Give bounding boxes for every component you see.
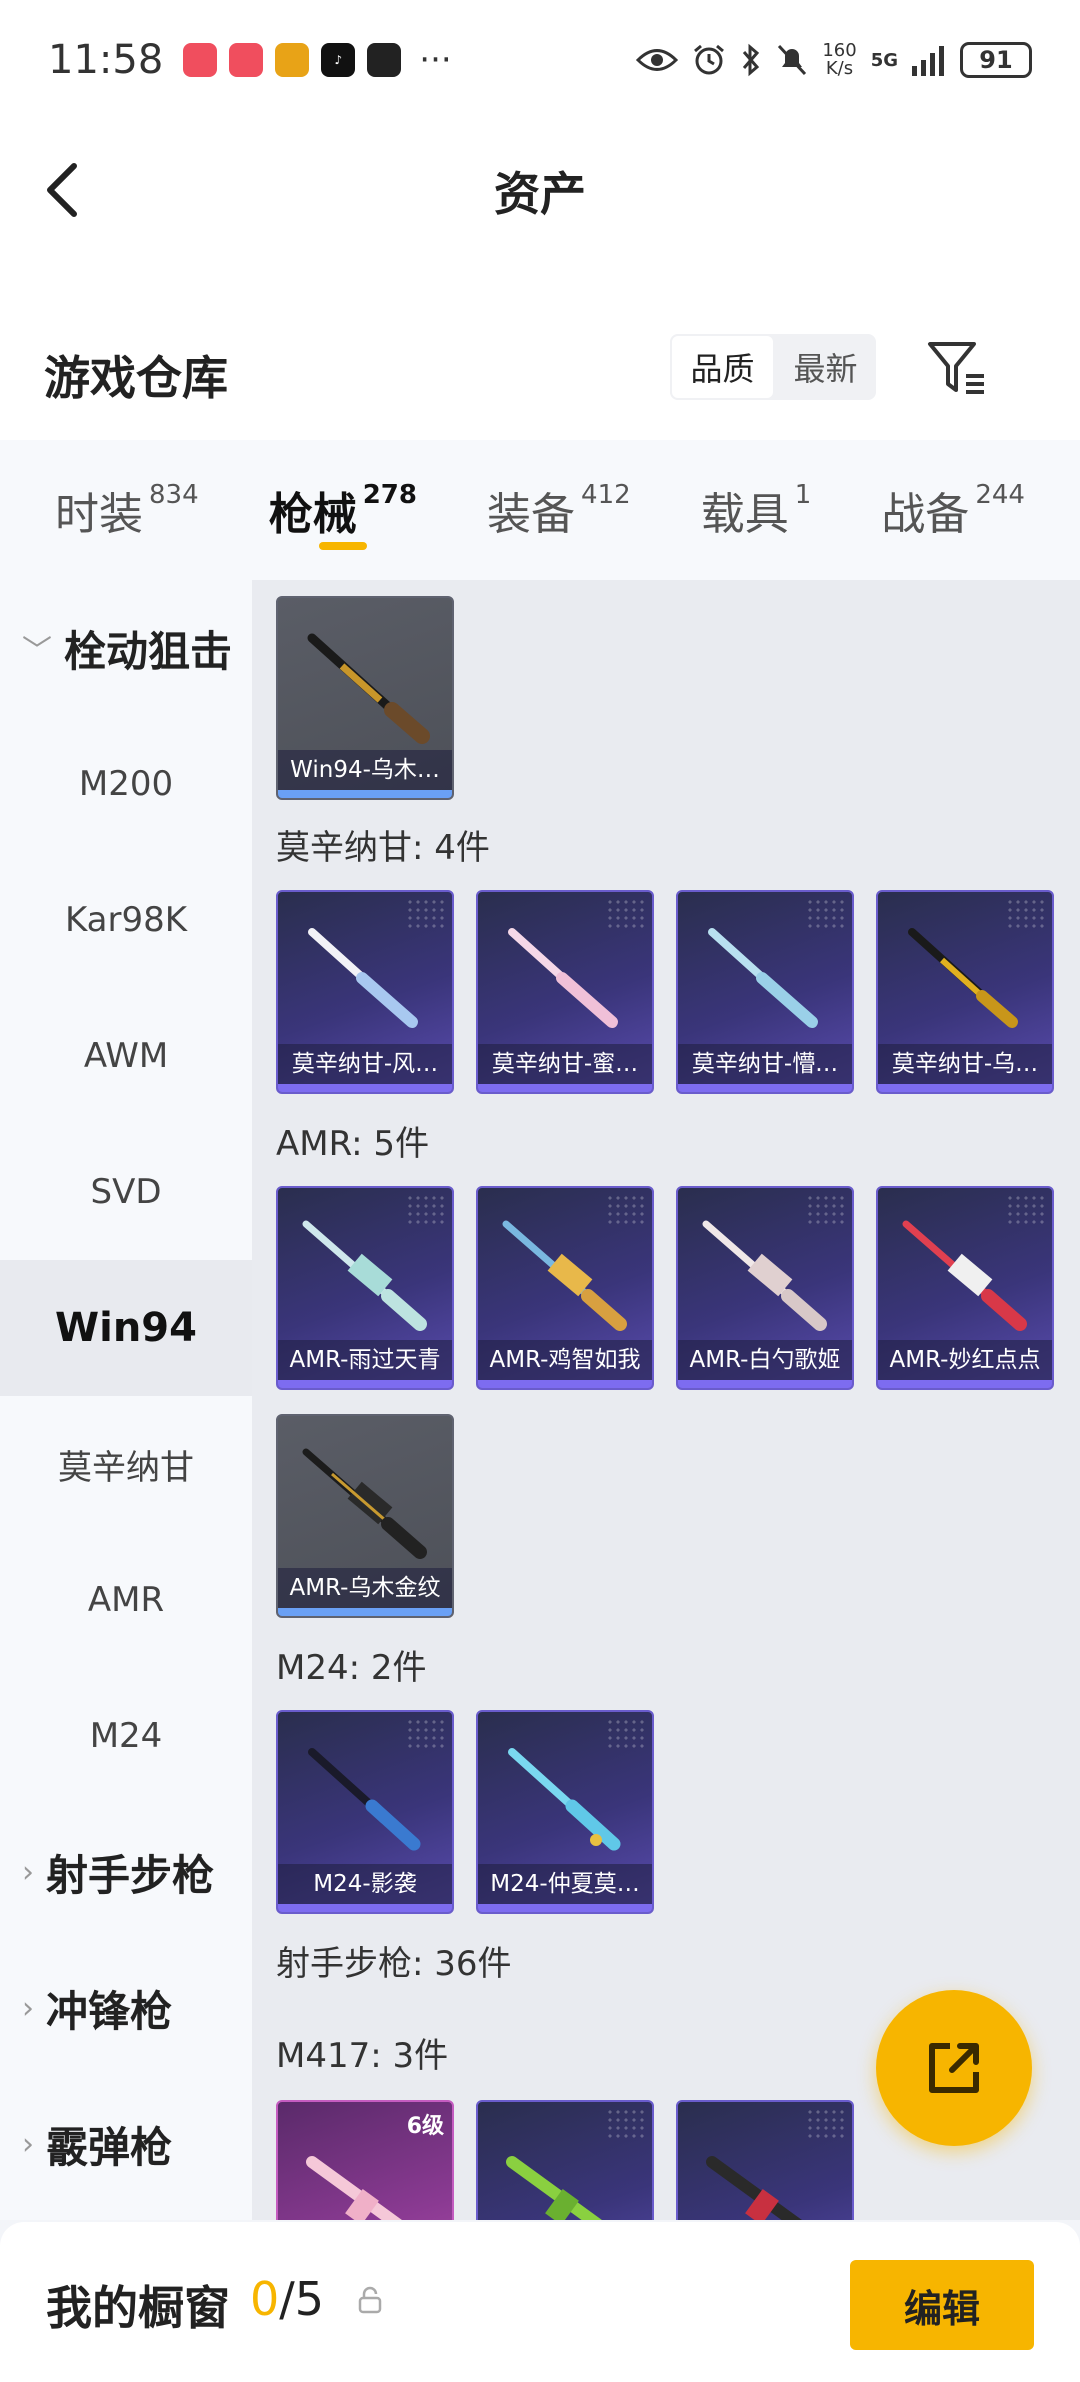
- share-icon: [929, 2043, 979, 2093]
- more-notifications-icon: ···: [419, 40, 452, 80]
- chevron-right-icon: ›: [22, 2126, 34, 2162]
- item-card[interactable]: AMR-妙红点点: [876, 1186, 1054, 1390]
- sidebar-item-m200[interactable]: M200: [0, 716, 252, 852]
- bluetooth-icon: [743, 43, 760, 77]
- tiktok-icon: ♪: [321, 43, 356, 77]
- group-title-mosin: 莫辛纳甘: 4件: [276, 828, 490, 868]
- item-grid: Win94-乌木… 莫辛纳甘: 4件 莫辛纳甘-风… 莫辛纳甘-蜜… 莫辛纳甘-…: [252, 580, 1080, 2220]
- sidebar-item-win94[interactable]: Win94: [0, 1260, 252, 1396]
- item-card[interactable]: M24-仲夏莫…: [476, 1710, 654, 1914]
- showcase-bar: 我的橱窗 0/5 编辑: [0, 2222, 1080, 2382]
- chevron-down-icon: ﹀: [22, 634, 52, 669]
- lock-icon: [358, 2286, 382, 2314]
- item-card[interactable]: AMR-白勺歌姬: [676, 1186, 854, 1390]
- soul-app-icon: [367, 43, 402, 77]
- sidebar-item-awm[interactable]: AWM: [0, 988, 252, 1124]
- rifle-icon: [508, 928, 618, 1028]
- item-card[interactable]: 6级: [276, 2100, 454, 2220]
- group-title-m24: M24: 2件: [276, 1648, 427, 1688]
- sidebar-item-amr[interactable]: AMR: [0, 1532, 252, 1668]
- sidebar-item-svd[interactable]: SVD: [0, 1124, 252, 1260]
- shopping-app-icon: [183, 43, 218, 77]
- sort-toggle: 品质 最新: [670, 334, 876, 400]
- share-button[interactable]: [876, 1990, 1032, 2146]
- category-tabs: 时装 834 枪械 278 装备 412 载具 1 战备 244: [0, 440, 1080, 580]
- sidebar-group-bolt-action[interactable]: ﹀ 栓动狙击: [0, 580, 252, 716]
- item-card[interactable]: M24-影袭: [276, 1710, 454, 1914]
- warehouse-title: 游戏仓库: [44, 351, 228, 405]
- alarm-icon: [694, 44, 725, 75]
- item-card[interactable]: Win94-乌木…: [276, 596, 454, 800]
- chevron-right-icon: ›: [22, 1990, 34, 2026]
- rifle-icon: [708, 928, 818, 1028]
- item-card[interactable]: AMR-雨过天青: [276, 1186, 454, 1390]
- shopping-app-icon-2: [229, 43, 264, 77]
- sort-by-quality[interactable]: 品质: [670, 334, 775, 400]
- tab-firearms[interactable]: 枪械 278: [269, 478, 417, 550]
- item-card[interactable]: 莫辛纳甘-懵…: [676, 890, 854, 1094]
- rifle-icon: [307, 633, 430, 744]
- sidebar-group-smg[interactable]: › 冲锋枪: [0, 1940, 252, 2076]
- battery-indicator: 91: [960, 42, 1032, 78]
- rifle-icon: [308, 928, 418, 1028]
- tab-supplies[interactable]: 战备 244: [881, 478, 1025, 542]
- sidebar-item-m24[interactable]: M24: [0, 1668, 252, 1804]
- eye-icon: [636, 49, 679, 71]
- group-title-amr: AMR: 5件: [276, 1124, 430, 1164]
- network-type: 5G: [870, 49, 898, 71]
- rifle-icon: [908, 928, 1018, 1028]
- filter-icon[interactable]: [926, 336, 990, 400]
- clock: 11:58: [48, 37, 164, 83]
- item-card[interactable]: AMR-乌木金纹: [276, 1414, 454, 1618]
- rifle-icon: [306, 2156, 402, 2220]
- page-title: 资产: [494, 167, 586, 221]
- item-card[interactable]: 莫辛纳甘-蜜…: [476, 890, 654, 1094]
- tab-outfits[interactable]: 时装 834: [55, 478, 199, 542]
- network-speed: 160 K/s: [822, 40, 857, 79]
- showcase-title: 我的橱窗: [46, 2281, 230, 2335]
- rifle-icon: [502, 1220, 627, 1331]
- rifle-icon: [308, 1748, 421, 1851]
- sort-by-newest[interactable]: 最新: [775, 334, 876, 400]
- weapon-category-sidebar: ﹀ 栓动狙击 M200 Kar98K AWM SVD Win94 莫辛纳甘 AMR…: [0, 580, 252, 2220]
- item-card[interactable]: 莫辛纳甘-风…: [276, 890, 454, 1094]
- top-bar: 资产: [0, 120, 1080, 250]
- rifle-icon: [902, 1220, 1027, 1331]
- active-tab-indicator: [318, 542, 367, 550]
- item-card[interactable]: AMR-鸡智如我: [476, 1186, 654, 1390]
- system-icons: 160 K/s 5G 91: [636, 42, 1032, 78]
- tab-vehicles[interactable]: 载具 1: [701, 478, 812, 542]
- edit-button[interactable]: 编辑: [850, 2260, 1034, 2350]
- chevron-right-icon: ›: [22, 1854, 34, 1890]
- rifle-icon: [302, 1220, 427, 1331]
- rifle-icon: [302, 1448, 427, 1559]
- status-bar: 11:58 ♪ ··· 160 K/s 5G 91: [0, 0, 1080, 120]
- rifle-icon: [508, 1748, 621, 1851]
- sidebar-item-mosin[interactable]: 莫辛纳甘: [0, 1396, 252, 1532]
- sidebar-group-shotgun[interactable]: › 霰弹枪: [0, 2076, 252, 2212]
- rifle-icon: [706, 2156, 802, 2220]
- signal-icon: [912, 46, 944, 76]
- item-card[interactable]: 莫辛纳甘-乌…: [876, 890, 1054, 1094]
- item-card[interactable]: [676, 2100, 854, 2220]
- sidebar-item-kar98k[interactable]: Kar98K: [0, 852, 252, 988]
- sidebar-group-marksman[interactable]: › 射手步枪: [0, 1804, 252, 1940]
- group-title-marksman: 射手步枪: 36件: [276, 1944, 512, 1984]
- game-app-icon: [275, 43, 310, 77]
- group-title-m417: M417: 3件: [276, 2036, 449, 2076]
- showcase-count: 0/5: [250, 2272, 325, 2326]
- rifle-icon: [506, 2156, 602, 2220]
- mute-icon: [778, 44, 807, 76]
- rifle-icon: [702, 1220, 827, 1331]
- item-card[interactable]: [476, 2100, 654, 2220]
- warehouse-header: 游戏仓库 品质 最新: [0, 250, 1080, 440]
- tab-equipment[interactable]: 装备 412: [487, 478, 631, 542]
